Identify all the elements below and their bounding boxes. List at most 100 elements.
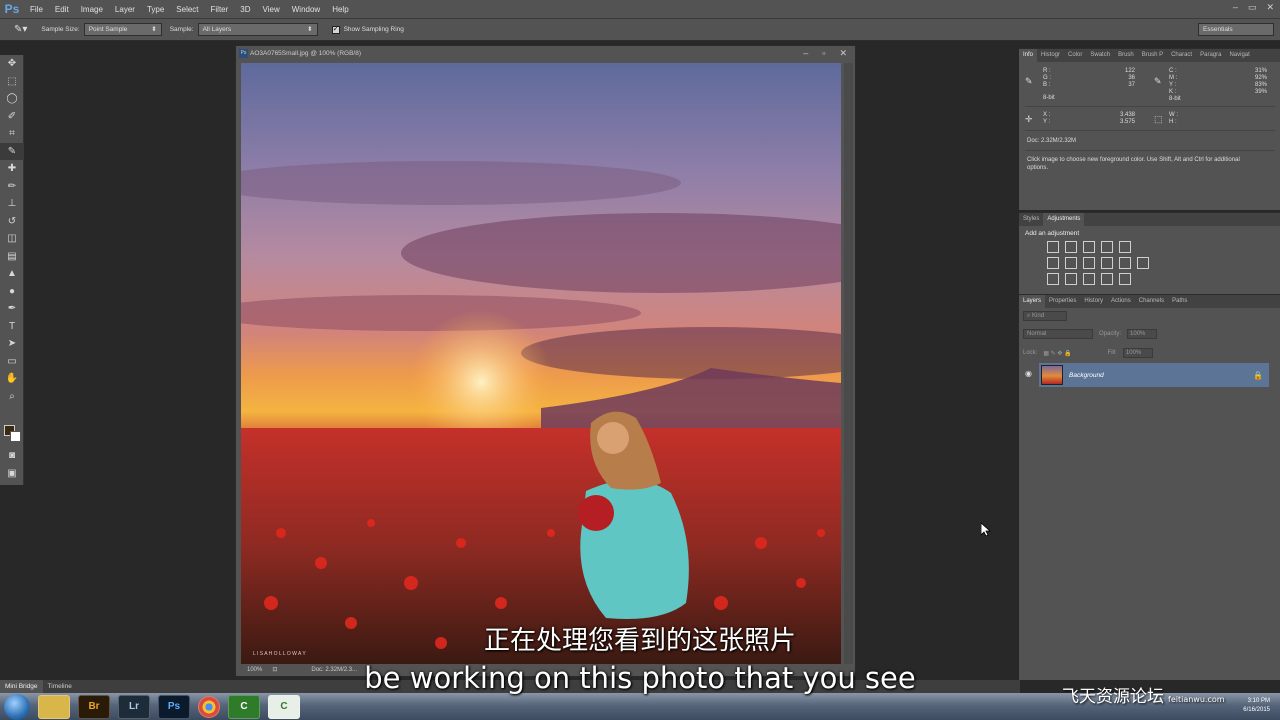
tab-character[interactable]: Charact — [1167, 49, 1196, 62]
menu-select[interactable]: Select — [170, 0, 204, 19]
layer-name[interactable]: Background — [1069, 372, 1104, 379]
taskbar-bridge-icon[interactable]: Br — [78, 694, 110, 719]
quick-select-tool-icon[interactable]: ✐ — [0, 108, 24, 126]
info-hint-text: Click image to choose new foreground col… — [1027, 157, 1240, 171]
lasso-tool-icon[interactable]: ◯ — [0, 90, 24, 108]
type-tool-icon[interactable]: T — [0, 318, 24, 336]
menu-3d[interactable]: 3D — [234, 0, 256, 19]
minimize-button[interactable]: – — [1233, 2, 1238, 13]
healing-brush-tool-icon[interactable]: ✚ — [0, 160, 24, 178]
tab-info[interactable]: Info — [1019, 49, 1038, 62]
workspace-switcher[interactable]: Essentials — [1198, 23, 1274, 36]
screen-mode-icon[interactable]: ▣ — [0, 465, 24, 483]
selective-color-icon[interactable] — [1119, 273, 1131, 285]
tab-brush[interactable]: Brush — [1114, 49, 1138, 62]
menu-layer[interactable]: Layer — [109, 0, 141, 19]
brush-tool-icon[interactable]: ✏ — [0, 178, 24, 196]
marquee-tool-icon[interactable]: ⬚ — [0, 73, 24, 91]
menu-type[interactable]: Type — [141, 0, 170, 19]
b-label: B : — [1043, 82, 1051, 88]
doc-minimize-button[interactable]: – — [803, 46, 808, 61]
tab-styles[interactable]: Styles — [1019, 213, 1043, 226]
image-canvas[interactable]: L I S A H O L L O W A Y — [241, 63, 841, 664]
curves-icon[interactable] — [1083, 241, 1095, 253]
crop-tool-icon[interactable]: ⌗ — [0, 125, 24, 143]
fill-input[interactable]: 100% — [1122, 348, 1153, 358]
taskbar-chrome-icon[interactable] — [198, 695, 220, 718]
menu-edit[interactable]: Edit — [49, 0, 75, 19]
eyedropper-tool-preset-icon[interactable]: ✎▾ — [14, 24, 27, 35]
gradient-tool-icon[interactable]: ▤ — [0, 248, 24, 266]
dodge-tool-icon[interactable]: ● — [0, 283, 24, 301]
tab-paragraph[interactable]: Paragra — [1196, 49, 1225, 62]
menu-file[interactable]: File — [24, 0, 49, 19]
history-brush-tool-icon[interactable]: ↺ — [0, 213, 24, 231]
menu-window[interactable]: Window — [286, 0, 326, 19]
path-selection-tool-icon[interactable]: ➤ — [0, 335, 24, 353]
tab-color[interactable]: Color — [1064, 49, 1086, 62]
sample-size-select[interactable]: Point Sample ⬍ — [83, 23, 162, 36]
tab-actions[interactable]: Actions — [1107, 295, 1135, 308]
channel-mixer-icon[interactable] — [1119, 257, 1131, 269]
document-title-bar[interactable]: Ps AO3A0765Small.jpg @ 100% (RGB/8) – ▫ … — [236, 46, 855, 61]
tab-history[interactable]: History — [1080, 295, 1107, 308]
color-lookup-icon[interactable] — [1137, 257, 1149, 269]
quick-mask-icon[interactable]: ◙ — [0, 447, 24, 465]
blur-tool-icon[interactable]: ▲ — [0, 265, 24, 283]
threshold-icon[interactable] — [1083, 273, 1095, 285]
background-color-swatch[interactable] — [10, 431, 21, 442]
lock-pixels-icon[interactable]: ▦ ✎ ✥ 🔒 — [1043, 350, 1071, 357]
tab-adjustments[interactable]: Adjustments — [1043, 213, 1085, 226]
tab-properties[interactable]: Properties — [1045, 295, 1080, 308]
invert-icon[interactable] — [1047, 273, 1059, 285]
levels-icon[interactable] — [1065, 241, 1077, 253]
hue-saturation-icon[interactable] — [1047, 257, 1059, 269]
tab-navigator[interactable]: Navigat — [1225, 49, 1253, 62]
layer-filter-select[interactable]: ⌕ Kind — [1023, 311, 1067, 321]
clone-stamp-tool-icon[interactable]: ⊥ — [0, 195, 24, 213]
menu-help[interactable]: Help — [326, 0, 354, 19]
taskbar-camtasia-icon[interactable]: C — [228, 694, 260, 719]
tab-swatches[interactable]: Swatch — [1086, 49, 1114, 62]
taskbar-photoshop-icon[interactable]: Ps — [158, 694, 190, 719]
pen-tool-icon[interactable]: ✒ — [0, 300, 24, 318]
black-white-icon[interactable] — [1083, 257, 1095, 269]
maximize-button[interactable]: ▭ — [1248, 2, 1257, 13]
tab-layers[interactable]: Layers — [1019, 295, 1046, 308]
photo-filter-icon[interactable] — [1101, 257, 1113, 269]
tab-channels[interactable]: Channels — [1135, 295, 1168, 308]
doc-maximize-button[interactable]: ▫ — [822, 46, 825, 61]
system-clock[interactable]: 3:10 PM 6/16/2015 — [1243, 693, 1270, 720]
blend-mode-select[interactable]: Normal — [1023, 329, 1093, 339]
start-button[interactable] — [4, 693, 30, 720]
taskbar-lightroom-icon[interactable]: Lr — [118, 694, 150, 719]
shape-tool-icon[interactable]: ▭ — [0, 353, 24, 371]
exposure-icon[interactable] — [1101, 241, 1113, 253]
close-button[interactable]: ✕ — [1266, 2, 1274, 13]
move-tool-icon[interactable]: ✥ — [0, 55, 24, 73]
taskbar-folder-icon[interactable] — [38, 694, 70, 719]
tab-paths[interactable]: Paths — [1168, 295, 1191, 308]
brightness-contrast-icon[interactable] — [1047, 241, 1059, 253]
document-vertical-scrollbar[interactable] — [844, 63, 853, 664]
show-sampling-ring-checkbox[interactable] — [331, 24, 340, 34]
taskbar-camtasia-recorder-icon[interactable]: C — [268, 694, 300, 719]
doc-close-button[interactable]: ✕ — [839, 46, 847, 61]
tab-brush-presets[interactable]: Brush P — [1138, 49, 1167, 62]
sample-select[interactable]: All Layers ⬍ — [197, 23, 318, 36]
tab-histogram[interactable]: Histogr — [1037, 49, 1064, 62]
eraser-tool-icon[interactable]: ◫ — [0, 230, 24, 248]
posterize-icon[interactable] — [1065, 273, 1077, 285]
vibrance-icon[interactable] — [1119, 241, 1131, 253]
layer-visibility-eye-icon[interactable]: ◉ — [1025, 369, 1032, 378]
color-balance-icon[interactable] — [1065, 257, 1077, 269]
zoom-tool-icon[interactable]: ⌕ — [0, 388, 24, 406]
layer-row-background[interactable]: Background 🔒 — [1039, 363, 1269, 387]
opacity-input[interactable]: 100% — [1127, 329, 1158, 339]
hand-tool-icon[interactable]: ✋ — [0, 370, 24, 388]
menu-filter[interactable]: Filter — [205, 0, 235, 19]
eyedropper-tool-icon[interactable]: ✎ — [0, 142, 24, 160]
menu-view[interactable]: View — [257, 0, 286, 19]
menu-image[interactable]: Image — [75, 0, 109, 19]
gradient-map-icon[interactable] — [1101, 273, 1113, 285]
